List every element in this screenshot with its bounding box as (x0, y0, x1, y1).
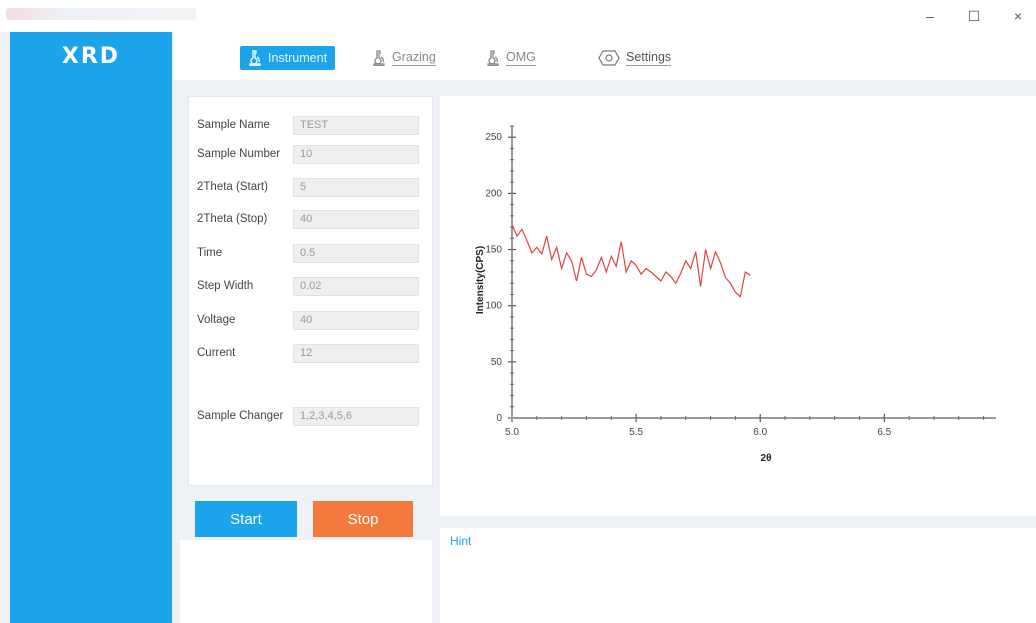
maximize-button[interactable]: ☐ (964, 6, 984, 26)
two-theta-stop-field[interactable] (293, 209, 419, 229)
window-title (6, 8, 196, 20)
hint-panel: Hint (440, 528, 1036, 623)
y-axis-label: Intensity(CPS) (475, 246, 486, 314)
x-tick-label: 6.5 (877, 427, 891, 438)
step-width-label: Step Width (197, 280, 254, 292)
y-tick-label: 0 (496, 413, 502, 424)
tab-label: OMG (506, 50, 536, 66)
sample-name-field[interactable] (293, 115, 419, 135)
stop-button[interactable]: Stop (313, 501, 413, 537)
form-row-current: Current (197, 343, 419, 363)
microscope-icon (486, 50, 500, 66)
time-field[interactable] (293, 243, 419, 263)
x-tick-label: 6.0 (753, 427, 767, 438)
sample-number-label: Sample Number (197, 148, 281, 160)
title-bar: – ☐ × (0, 0, 1036, 32)
current-field[interactable] (293, 343, 419, 363)
series-line (511, 224, 751, 298)
tab-grazing[interactable]: Grazing (372, 46, 436, 70)
sidebar: XRD (10, 32, 172, 623)
form-row-sample-name: Sample Name (197, 115, 419, 135)
tab-label: Grazing (392, 50, 436, 66)
sample-number-field[interactable] (293, 144, 419, 164)
form-row-two-theta-start: 2Theta (Start) (197, 177, 419, 197)
form-row-step-width: Step Width (197, 276, 419, 296)
x-tick-label: 5.0 (505, 427, 519, 438)
current-label: Current (197, 347, 236, 359)
y-tick-label: 250 (485, 132, 502, 143)
close-button[interactable]: × (1008, 6, 1028, 26)
intensity-chart: 0 50 100 150 200 250 5.0 5.5 6.0 6.5 Intensity(CP… (475, 125, 996, 464)
parameter-form: Sample Name Sample Number 2Theta (Start)… (188, 96, 433, 486)
x-axis-label: 2θ (761, 453, 772, 464)
step-width-field[interactable] (293, 276, 419, 296)
time-label: Time (197, 247, 223, 259)
top-nav: Instrument Grazing OMG Settings (174, 32, 1036, 80)
tab-instrument[interactable]: Instrument (240, 46, 336, 70)
x-tick-label: 5.5 (629, 427, 643, 438)
gear-icon (598, 50, 620, 66)
start-button[interactable]: Start (195, 501, 297, 537)
sample-changer-field[interactable] (293, 406, 419, 426)
button-area (180, 540, 432, 623)
voltage-field[interactable] (293, 310, 419, 330)
hint-label: Hint (450, 534, 472, 548)
form-row-time: Time (197, 243, 419, 263)
y-tick-label: 50 (491, 357, 503, 368)
y-tick-label: 150 (485, 245, 502, 256)
minimize-button[interactable]: – (920, 6, 940, 26)
two-theta-start-label: 2Theta (Start) (197, 181, 268, 193)
microscope-icon (372, 50, 386, 66)
two-theta-stop-label: 2Theta (Stop) (197, 213, 268, 225)
form-row-sample-number: Sample Number (197, 144, 419, 164)
chart-panel: 0 50 100 150 200 250 5.0 5.5 6.0 6.5 Intensity(CP… (440, 96, 1036, 516)
microscope-icon (248, 50, 262, 66)
window-controls: – ☐ × (920, 6, 1028, 26)
y-tick-label: 200 (485, 188, 502, 199)
form-row-two-theta-stop: 2Theta (Stop) (197, 209, 419, 229)
voltage-label: Voltage (197, 314, 236, 326)
tab-label: Settings (626, 50, 672, 66)
y-tick-label: 100 (485, 301, 502, 312)
tab-omg[interactable]: OMG (486, 46, 536, 70)
sample-changer-label: Sample Changer (197, 410, 284, 422)
tab-settings[interactable]: Settings (598, 46, 672, 70)
form-row-voltage: Voltage (197, 310, 419, 330)
chart-axes: 0 50 100 150 200 250 5.0 5.5 6.0 6.5 (485, 125, 996, 438)
sample-name-label: Sample Name (197, 119, 270, 131)
two-theta-start-field[interactable] (293, 177, 419, 197)
form-row-sample-changer: Sample Changer (197, 406, 419, 426)
app-logo: XRD (61, 44, 121, 69)
tab-label: Instrument (268, 50, 328, 65)
